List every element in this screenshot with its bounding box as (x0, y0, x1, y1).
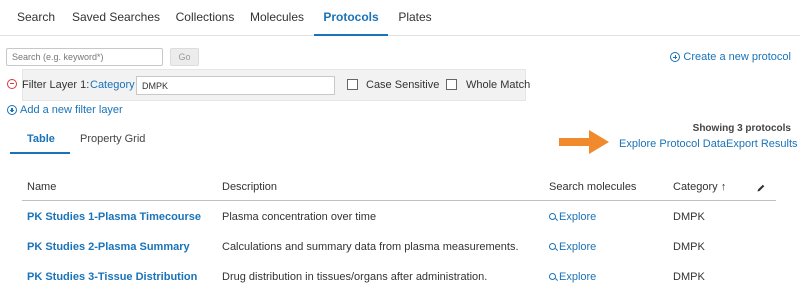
add-filter-label: Add a new filter layer (20, 104, 123, 116)
whole-match-checkbox[interactable] (446, 79, 457, 90)
go-button[interactable]: Go (170, 48, 199, 66)
filter-value-input[interactable] (136, 76, 335, 95)
tab-property-grid[interactable]: Property Grid (80, 133, 145, 145)
tab-search[interactable]: Search (8, 0, 64, 36)
table-row-explore-link[interactable]: Explore (549, 211, 596, 223)
search-input[interactable] (6, 48, 163, 66)
table-row-name-link[interactable]: PK Studies 3-Tissue Distribution (27, 271, 197, 283)
explore-label: Explore (559, 241, 597, 253)
table-row-description: Calculations and summary data from plasm… (222, 241, 519, 253)
explore-label: Explore (559, 271, 597, 283)
search-icon (549, 272, 556, 280)
column-header-name[interactable]: Name (27, 181, 56, 193)
tab-collections[interactable]: Collections (170, 0, 240, 36)
tab-protocols[interactable]: Protocols (314, 0, 388, 36)
table-row-category: DMPK (673, 241, 705, 253)
tab-saved-searches[interactable]: Saved Searches (68, 0, 164, 36)
result-count: Showing 3 protocols (692, 123, 791, 134)
tab-molecules[interactable]: Molecules (246, 0, 308, 36)
case-sensitive-checkbox[interactable] (347, 79, 358, 90)
table-row-name-link[interactable]: PK Studies 1-Plasma Timecourse (27, 211, 201, 223)
case-sensitive-label: Case Sensitive (366, 79, 440, 91)
table-row-explore-link[interactable]: Explore (549, 241, 596, 253)
search-icon (549, 212, 556, 220)
table-row-explore-link[interactable]: Explore (549, 271, 596, 283)
remove-filter-icon[interactable] (7, 79, 17, 89)
add-circle-icon (7, 105, 17, 115)
edit-columns-icon[interactable] (756, 183, 766, 193)
table-row-description: Drug distribution in tissues/organs afte… (222, 271, 488, 283)
export-results-link[interactable]: Export Results (726, 138, 798, 150)
add-filter-link[interactable]: Add a new filter layer (7, 104, 123, 116)
table-row-description: Plasma concentration over time (222, 211, 377, 223)
filter-field-link[interactable]: Category (90, 79, 135, 91)
explore-protocol-data-link[interactable]: Explore Protocol Data (619, 138, 726, 150)
table-row-name-link[interactable]: PK Studies 2-Plasma Summary (27, 241, 190, 253)
table-row-category: DMPK (673, 211, 705, 223)
active-tab-indicator (10, 152, 70, 154)
tab-table[interactable]: Table (27, 133, 55, 145)
arrow-right-icon (559, 130, 609, 154)
column-header-description[interactable]: Description (222, 181, 277, 193)
add-circle-icon (670, 52, 681, 62)
create-protocol-label: Create a new protocol (683, 51, 791, 63)
tab-plates[interactable]: Plates (392, 0, 438, 36)
whole-match-label: Whole Match (466, 79, 531, 91)
filter-layer-label: Filter Layer 1: (22, 79, 90, 91)
table-row-category: DMPK (673, 271, 705, 283)
column-header-search-molecules[interactable]: Search molecules (549, 181, 636, 193)
search-icon (549, 242, 556, 250)
table-header-divider (22, 200, 776, 201)
column-header-category[interactable]: Category ↑ (673, 181, 726, 193)
create-protocol-link[interactable]: Create a new protocol (670, 51, 791, 63)
explore-label: Explore (559, 211, 597, 223)
top-nav: Search Saved Searches Collections Molecu… (0, 0, 800, 36)
